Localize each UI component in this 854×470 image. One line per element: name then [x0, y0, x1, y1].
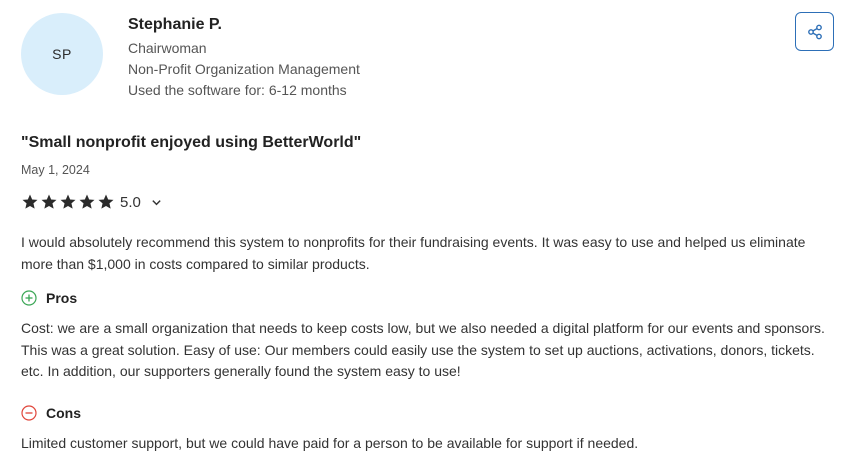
star-icon [98, 194, 114, 209]
pros-heading: Pros [21, 290, 77, 306]
reviewer-usage: Used the software for: 6-12 months [128, 82, 347, 98]
rating: 5.0 [21, 191, 162, 213]
review-summary: I would absolutely recommend this system… [21, 234, 806, 272]
reviewer-name: Stephanie P. [128, 16, 222, 33]
share-icon [807, 24, 822, 39]
star-icon [22, 194, 38, 209]
review-date: May 1, 2024 [21, 163, 90, 177]
reviewer-industry: Non-Profit Organization Management [128, 61, 360, 77]
review-title: "Small nonprofit enjoyed using BetterWor… [21, 134, 362, 151]
avatar: SP [21, 13, 103, 95]
share-button[interactable] [795, 12, 834, 51]
reviewer-info: Stephanie P. Chairwoman Non-Profit Organ… [128, 14, 360, 101]
avatar-initials: SP [52, 46, 72, 62]
rating-details-toggle[interactable] [151, 197, 162, 208]
cons-label: Cons [46, 405, 81, 421]
star-icon [41, 194, 57, 209]
cons-heading: Cons [21, 405, 81, 421]
minus-circle-icon [21, 405, 37, 421]
reviewer-role: Chairwoman [128, 40, 207, 56]
chevron-down-icon [152, 199, 161, 205]
star-icon [60, 194, 76, 209]
pros-text: Cost: we are a small organization that n… [21, 320, 825, 379]
rating-value: 5.0 [120, 193, 141, 211]
plus-circle-icon [21, 290, 37, 306]
star-icon [79, 194, 95, 209]
cons-text: Limited customer support, but we could h… [21, 435, 639, 451]
star-rating [21, 193, 116, 211]
pros-label: Pros [46, 290, 78, 306]
